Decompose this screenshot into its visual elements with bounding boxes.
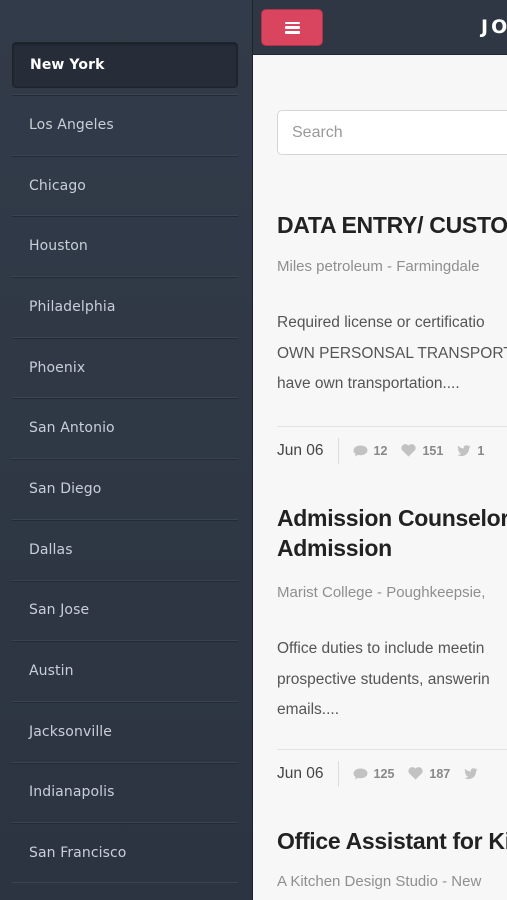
job-title-line[interactable]: Admission Counselor/ — [277, 503, 507, 533]
sidebar-item-label: Phoenix — [29, 359, 86, 376]
job-description-line: OWN PERSONSAL TRANSPORT — [277, 344, 507, 362]
comment-count[interactable]: 12 — [353, 444, 387, 458]
sidebar-item-label: San Jose — [29, 602, 90, 619]
job-date: Jun 06 — [277, 760, 339, 787]
comment-count[interactable]: 125 — [353, 767, 394, 781]
job-company: Marist College - Poughkeepsie, — [277, 584, 486, 601]
sidebar-item-label: Austin — [29, 663, 74, 680]
comment-icon — [353, 768, 368, 779]
share-count[interactable] — [464, 767, 484, 780]
sidebar-item-label: San Francisco — [29, 844, 127, 861]
job-title-line[interactable]: Admission — [277, 533, 507, 563]
sidebar-item-label: Dallas — [29, 541, 73, 558]
app-brand: JO — [481, 16, 507, 38]
twitter-icon — [457, 444, 471, 456]
sidebar-item-label: Houston — [29, 238, 88, 255]
sidebar-item-indianapolis[interactable]: Indianapolis — [12, 761, 238, 823]
sidebar-item-dallas[interactable]: Dallas — [12, 518, 238, 580]
job-description-line: have own transportation.... — [277, 375, 460, 392]
like-count[interactable]: 187 — [408, 767, 450, 781]
menu-button[interactable] — [261, 9, 323, 46]
sidebar-item-new-york[interactable]: New York — [12, 42, 238, 88]
sidebar-item-label: Jacksonville — [29, 723, 113, 740]
job-listing[interactable]: Admission Counselor/ Admission Marist Co… — [277, 503, 507, 726]
job-description-line: Office duties to include meetin — [277, 640, 485, 657]
sidebar-item-san-diego[interactable]: San Diego — [12, 458, 238, 519]
sidebar-item-label: San Antonio — [29, 420, 115, 437]
share-count[interactable]: 1 — [457, 444, 484, 458]
job-description-line: emails.... — [277, 701, 340, 718]
top-bar: JO — [253, 0, 507, 55]
job-description-line: prospective students, answerin — [277, 670, 490, 688]
job-date: Jun 06 — [277, 437, 339, 464]
sidebar-item-jacksonville[interactable]: Jacksonville — [12, 700, 238, 762]
sidebar-item-san-antonio[interactable]: San Antonio — [12, 397, 238, 458]
sidebar-item-phoenix[interactable]: Phoenix — [12, 336, 238, 398]
hamburger-icon — [284, 21, 300, 34]
city-list: New York Los Angeles Chicago Houston Phi… — [12, 34, 238, 883]
like-count[interactable]: 151 — [401, 444, 443, 458]
job-meta: Jun 06 12 151 1 — [277, 426, 507, 474]
job-listing[interactable]: DATA ENTRY/ CUSTOM Miles petroleum - Far… — [277, 210, 507, 400]
heart-icon — [408, 767, 424, 780]
sidebar-item-austin[interactable]: Austin — [12, 640, 238, 701]
sidebar-item-label: Los Angeles — [29, 116, 114, 133]
sidebar-item-san-jose[interactable]: San Jose — [12, 579, 238, 641]
sidebar-item-san-francisco[interactable]: San Francisco — [12, 822, 238, 883]
sidebar-item-label: San Diego — [29, 480, 102, 497]
job-title[interactable]: DATA ENTRY/ CUSTOM — [277, 210, 507, 240]
job-title[interactable]: Office Assistant for Kit — [277, 826, 507, 856]
sidebar-item-label: New York — [30, 57, 105, 73]
main-panel: JO Search DATA ENTRY/ CUSTOM Miles petro… — [252, 0, 507, 900]
comment-icon — [353, 445, 368, 456]
job-listing[interactable]: Office Assistant for Kit A Kitchen Desig… — [277, 826, 507, 890]
sidebar-item-los-angeles[interactable]: Los Angeles — [12, 94, 238, 155]
heart-icon — [401, 444, 417, 457]
search-input[interactable]: Search — [277, 110, 507, 155]
sidebar-item-label: Chicago — [29, 177, 86, 194]
job-description-line: Required license or certificatio — [277, 314, 485, 331]
job-company: A Kitchen Design Studio - New — [277, 873, 482, 890]
job-meta: Jun 06 125 187 — [277, 749, 507, 797]
sidebar-item-label: Indianapolis — [29, 784, 115, 801]
sidebar: New York Los Angeles Chicago Houston Phi… — [0, 0, 252, 900]
twitter-icon — [464, 767, 478, 779]
sidebar-item-philadelphia[interactable]: Philadelphia — [12, 276, 238, 337]
sidebar-item-label: Philadelphia — [29, 298, 116, 315]
job-company: Miles petroleum - Farmingdale — [277, 258, 480, 275]
sidebar-item-houston[interactable]: Houston — [12, 215, 238, 276]
sidebar-item-chicago[interactable]: Chicago — [12, 154, 238, 216]
